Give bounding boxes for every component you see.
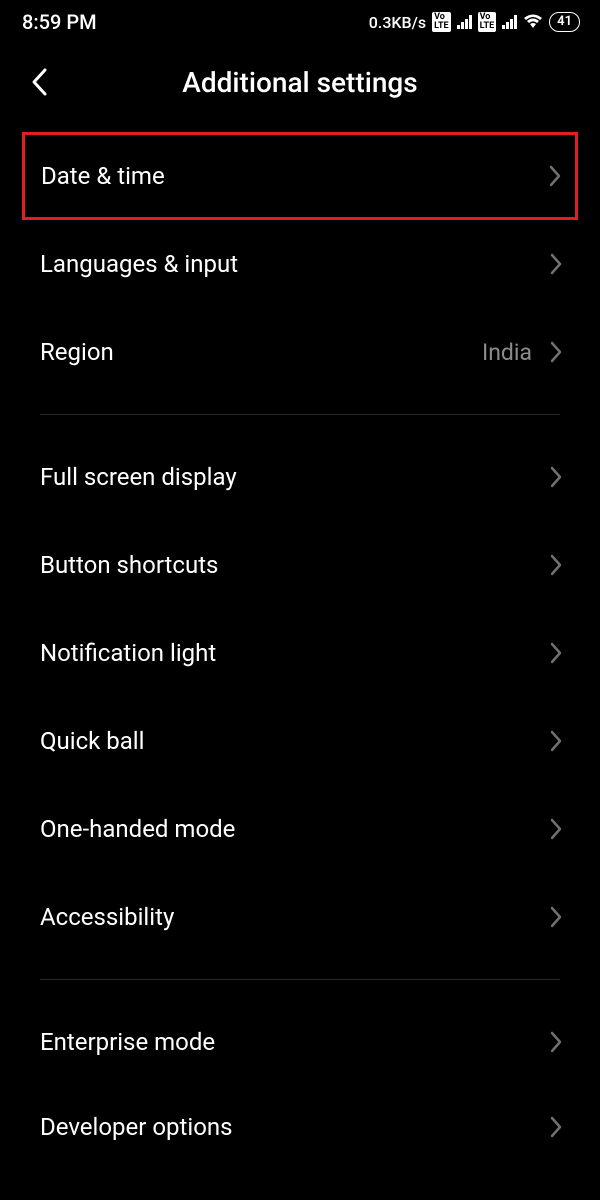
back-button[interactable] <box>18 60 62 104</box>
list-item-button-shortcuts[interactable]: Button shortcuts <box>0 521 600 609</box>
item-label: Developer options <box>40 1113 233 1141</box>
chevron-right-icon <box>550 466 562 488</box>
chevron-right-icon <box>550 642 562 664</box>
chevron-right-icon <box>550 1116 562 1138</box>
status-bar: 8:59 PM 0.3KB/s VoLTE VoLTE 41 <box>0 0 600 42</box>
item-value: India <box>482 339 532 366</box>
list-item-accessibility[interactable]: Accessibility <box>0 873 600 961</box>
list-item-full-screen-display[interactable]: Full screen display <box>0 433 600 521</box>
chevron-right-icon <box>550 253 562 275</box>
divider <box>40 414 560 415</box>
wifi-icon <box>523 14 543 30</box>
status-indicators: 0.3KB/s VoLTE VoLTE 41 <box>369 12 580 32</box>
item-label: Notification light <box>40 639 216 667</box>
signal-icon <box>457 15 472 29</box>
item-label: Languages & input <box>40 250 238 278</box>
list-item-enterprise-mode[interactable]: Enterprise mode <box>0 998 600 1086</box>
chevron-right-icon <box>550 554 562 576</box>
item-label: Full screen display <box>40 463 237 491</box>
item-label: One-handed mode <box>40 815 235 843</box>
app-header: Additional settings <box>0 42 600 132</box>
item-label: Enterprise mode <box>40 1028 215 1056</box>
settings-list: Date & time Languages & input Region Ind… <box>0 132 600 1141</box>
list-item-developer-options[interactable]: Developer options <box>0 1086 600 1141</box>
chevron-right-icon <box>550 730 562 752</box>
list-item-notification-light[interactable]: Notification light <box>0 609 600 697</box>
page-title: Additional settings <box>0 66 600 99</box>
list-item-date-time[interactable]: Date & time <box>22 132 578 220</box>
status-time: 8:59 PM <box>22 10 97 34</box>
list-item-quick-ball[interactable]: Quick ball <box>0 697 600 785</box>
item-label: Date & time <box>41 162 165 190</box>
battery-icon: 41 <box>549 12 580 32</box>
item-label: Region <box>40 338 114 366</box>
item-label: Button shortcuts <box>40 551 218 579</box>
volte-icon: VoLTE <box>478 12 497 32</box>
chevron-right-icon <box>550 818 562 840</box>
item-label: Quick ball <box>40 727 144 755</box>
chevron-right-icon <box>549 165 561 187</box>
list-item-one-handed-mode[interactable]: One-handed mode <box>0 785 600 873</box>
item-label: Accessibility <box>40 903 174 931</box>
signal-icon <box>502 15 517 29</box>
list-item-languages-input[interactable]: Languages & input <box>0 220 600 308</box>
chevron-right-icon <box>550 906 562 928</box>
chevron-right-icon <box>550 341 562 363</box>
volte-icon: VoLTE <box>432 12 451 32</box>
data-rate: 0.3KB/s <box>369 13 426 32</box>
divider <box>40 979 560 980</box>
chevron-right-icon <box>550 1031 562 1053</box>
list-item-region[interactable]: Region India <box>0 308 600 396</box>
